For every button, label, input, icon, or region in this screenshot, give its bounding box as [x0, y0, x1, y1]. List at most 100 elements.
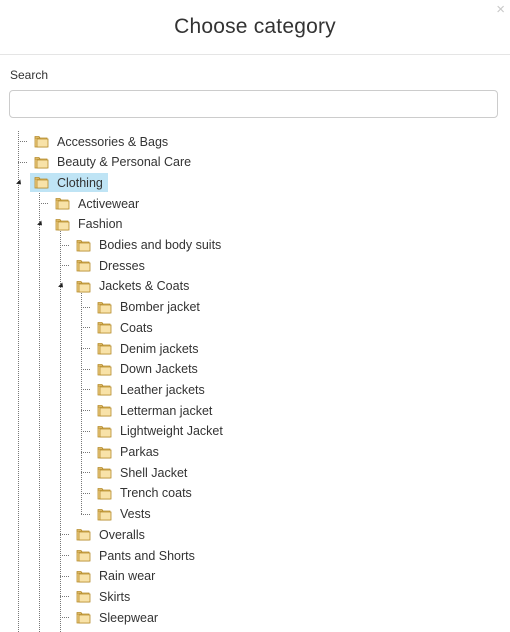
tree-node-label: Pants and Shorts	[99, 548, 195, 563]
tree-node-label: Activewear	[78, 196, 140, 211]
tree-node[interactable]: Fashion	[37, 214, 127, 235]
tree-node[interactable]: Shell Jacket	[81, 462, 192, 483]
tree-branch-line	[60, 575, 69, 577]
tree-node-content[interactable]: Down Jackets	[93, 360, 203, 379]
tree-node[interactable]: Trench coats	[81, 483, 197, 504]
tree-node-label: Leather jackets	[120, 382, 205, 397]
tree-node-content[interactable]: Jackets & Coats	[72, 277, 194, 296]
tree-node-content[interactable]: Bodies and body suits	[72, 236, 226, 255]
tree-branch-line	[60, 617, 69, 619]
folder-icon	[97, 487, 112, 500]
tree-node-content[interactable]: Bomber jacket	[93, 298, 205, 317]
tree-node-label: Denim jackets	[120, 341, 199, 356]
tree-node-content[interactable]: Sleepwear	[72, 608, 163, 627]
folder-icon	[55, 218, 70, 231]
tree-node-content[interactable]: Letterman jacket	[93, 401, 217, 420]
tree-node-content[interactable]: Lightweight Jacket	[93, 422, 228, 441]
tree-node-content[interactable]: Vests	[93, 505, 156, 524]
tree-node-label: Coats	[120, 320, 153, 335]
tree-node[interactable]: Down Jackets	[81, 359, 203, 380]
folder-icon	[97, 466, 112, 479]
tree-branch-line	[60, 534, 69, 536]
tree-node[interactable]: Bodies and body suits	[60, 235, 226, 256]
tree-branch-line	[18, 141, 27, 142]
tree-node[interactable]: Denim jackets	[81, 338, 204, 359]
tree-node-label: Parkas	[120, 445, 159, 459]
tree-node[interactable]: Letterman jacket	[81, 400, 217, 421]
tree-node[interactable]: Clothing	[16, 172, 108, 193]
tree-node[interactable]: Sleepwear	[60, 607, 163, 628]
tree-node[interactable]: Activewear	[39, 193, 144, 214]
tree-node[interactable]: Jackets & Coats	[58, 276, 194, 297]
tree-node-content[interactable]: Overalls	[72, 525, 150, 544]
tree-node-label: Dresses	[99, 258, 145, 273]
tree-branch-line	[81, 430, 90, 432]
tree-node-content[interactable]: Denim jackets	[93, 339, 204, 358]
tree-node[interactable]: Skirts	[60, 586, 135, 607]
close-icon[interactable]: ×	[496, 2, 505, 18]
tree-node[interactable]: Accessories & Bags	[18, 131, 173, 152]
tree-node[interactable]: Rain wear	[60, 566, 160, 587]
tree-node[interactable]: Beauty & Personal Care	[18, 152, 196, 173]
tree-node-content[interactable]: Trench coats	[93, 484, 197, 503]
tree-node-content[interactable]: Skirts	[72, 587, 135, 606]
tree-node[interactable]: Parkas	[81, 442, 164, 463]
tree-branch-line	[81, 472, 90, 474]
triangle-expanded-icon[interactable]	[58, 282, 66, 290]
triangle-expanded-icon[interactable]	[16, 179, 24, 187]
tree-node[interactable]: Dresses	[60, 255, 150, 276]
tree-node-content[interactable]: Leather jackets	[93, 380, 210, 399]
tree-node[interactable]: Lightweight Jacket	[81, 421, 228, 442]
search-input[interactable]	[9, 90, 498, 118]
tree-branch-line	[81, 451, 90, 453]
folder-icon	[97, 425, 112, 438]
folder-icon	[76, 590, 91, 603]
folder-icon	[34, 135, 49, 148]
tree-branch-line	[81, 389, 90, 391]
tree-node-label: Accessories & Bags	[57, 134, 169, 149]
tree-node[interactable]: Bomber jacket	[81, 297, 205, 318]
tree-branch-line	[81, 513, 90, 515]
tree-node-content[interactable]: Coats	[93, 318, 158, 337]
folder-icon	[97, 342, 112, 355]
folder-icon	[76, 570, 91, 583]
tree-branch-line	[81, 306, 90, 308]
tree-branch-line	[60, 244, 69, 246]
dialog-header: Choose category ×	[0, 0, 510, 55]
tree-node[interactable]: Leather jackets	[81, 379, 210, 400]
tree-node[interactable]: Overalls	[60, 524, 150, 545]
tree-node-content[interactable]: Beauty & Personal Care	[30, 153, 196, 172]
tree-node-content[interactable]: Rain wear	[72, 567, 160, 586]
category-tree: Accessories & Bags Beauty & Personal Care…	[0, 131, 510, 632]
tree-node-content[interactable]: Clothing	[30, 173, 108, 193]
tree-node-content[interactable]: Parkas	[93, 443, 164, 462]
tree-node[interactable]: Pants and Shorts	[60, 545, 200, 566]
folder-icon	[97, 383, 112, 396]
tree-branch-line	[81, 368, 90, 370]
tree-node[interactable]: Coats	[81, 317, 158, 338]
folder-icon	[97, 508, 112, 521]
folder-icon	[97, 446, 112, 459]
tree-node[interactable]: Vests	[81, 504, 156, 525]
tree-node-content[interactable]: Shell Jacket	[93, 463, 192, 482]
tree-branch-line	[81, 492, 90, 494]
tree-node-content[interactable]: Fashion	[51, 215, 127, 234]
tree-node-content[interactable]: Accessories & Bags	[30, 132, 173, 151]
tree-node-label: Shell Jacket	[120, 465, 188, 480]
tree-node-content[interactable]: Pants and Shorts	[72, 546, 200, 565]
tree-node-label: Jackets & Coats	[99, 279, 190, 294]
tree-node-label: Overalls	[99, 527, 145, 542]
tree-node-label: Rain wear	[99, 569, 156, 584]
tree-branch-line	[60, 596, 69, 598]
folder-icon	[76, 259, 91, 272]
tree-node-content[interactable]: Dresses	[72, 256, 150, 275]
tree-node-label: Clothing	[57, 175, 103, 190]
tree-node-label: Trench coats	[120, 486, 192, 501]
tree-branch-line	[18, 161, 27, 163]
tree-node-label: Lightweight Jacket	[120, 424, 223, 439]
tree-node-label: Down Jackets	[120, 362, 198, 377]
tree-connector-line	[39, 184, 40, 632]
triangle-expanded-icon[interactable]	[37, 220, 45, 228]
tree-node-content[interactable]: Activewear	[51, 194, 144, 213]
tree-node-label: Beauty & Personal Care	[57, 155, 192, 170]
